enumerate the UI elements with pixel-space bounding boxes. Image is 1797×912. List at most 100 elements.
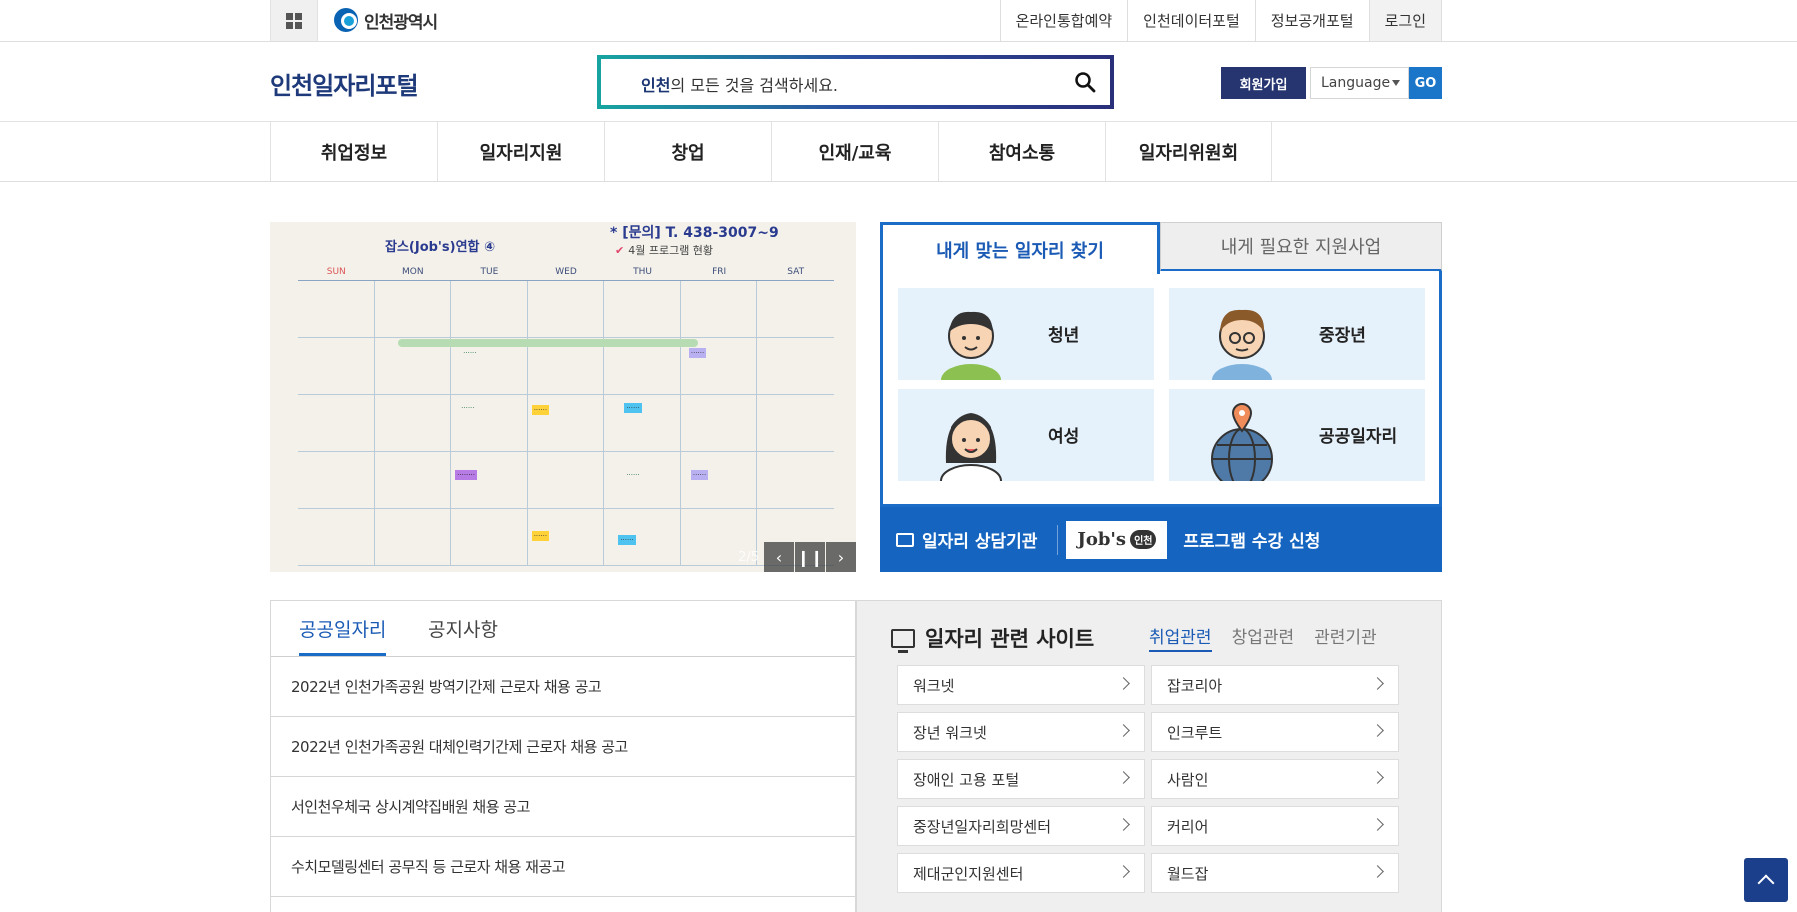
search-icon[interactable] — [1074, 71, 1096, 93]
related-sites-heading: 일자리 관련 사이트 — [925, 627, 1095, 651]
site-link-label: 중장년일자리희망센터 — [913, 817, 1052, 836]
card-women[interactable]: 여성 — [898, 389, 1154, 481]
nav-item-job-info[interactable]: 취업정보 — [270, 122, 437, 181]
go-button[interactable]: GO — [1409, 67, 1442, 99]
utility-links: 온라인통합예약 인천데이터포털 정보공개포털 로그인 — [999, 0, 1442, 41]
banner-next-button[interactable]: › — [826, 542, 856, 572]
program-calendar-banner[interactable]: 잡스(Job's)연합 ④ * [문의] T. 438-3007~9 ✔ 4월 프… — [270, 222, 856, 572]
site-link-item[interactable]: 장애인 고용 포털 — [897, 759, 1145, 799]
card-youth[interactable]: 청년 — [898, 288, 1154, 380]
card-middle-aged[interactable]: 중장년 — [1169, 288, 1425, 380]
site-link-item[interactable]: 월드잡 — [1151, 853, 1399, 893]
city-emblem-icon — [334, 8, 358, 32]
weekday-label: SAT — [787, 267, 805, 277]
search-input[interactable]: 인천의 모든 것을 검색하세요. — [641, 72, 838, 96]
job-finder: 내게 맞는 일자리 찾기 내게 필요한 지원사업 청년 중장년 여성 공공일자리… — [880, 222, 1442, 572]
tab-agencies[interactable]: 관련기관 — [1314, 623, 1377, 652]
related-sites-title: 일자리 관련 사이트 — [891, 623, 1094, 653]
card-label-public-jobs: 공공일자리 — [1319, 427, 1398, 447]
site-link-item[interactable]: 장년 워크넷 — [897, 712, 1145, 752]
jobs-logo-text: Job's — [1077, 529, 1127, 550]
site-link-label: 인크루트 — [1167, 723, 1223, 742]
join-button[interactable]: 회원가입 — [1221, 67, 1306, 99]
link-data-portal[interactable]: 인천데이터포털 — [1127, 0, 1255, 41]
tab-notices[interactable]: 공지사항 — [428, 615, 498, 642]
board-list-item[interactable]: 2022년 인천가족공원 방역기간제 근로자 채용 공고 — [271, 657, 855, 717]
jobs-logo-badge: 인천 — [1130, 530, 1157, 549]
calendar-weekdays: SUN MON TUE WED THU FRI SAT — [298, 267, 834, 281]
site-link-item[interactable]: 워크넷 — [897, 665, 1145, 705]
header: 인천일자리포털 인천의 모든 것을 검색하세요. 회원가입 Language G… — [0, 42, 1797, 122]
chevron-right-icon — [1371, 865, 1384, 878]
monitor-icon — [891, 628, 915, 653]
nav-item-committee[interactable]: 일자리위원회 — [1105, 122, 1272, 181]
tab-startup[interactable]: 창업관련 — [1232, 623, 1295, 652]
grid-icon — [286, 12, 302, 29]
link-info-portal[interactable]: 정보공개포털 — [1254, 0, 1369, 41]
weekday-label: SUN — [326, 267, 346, 277]
board-list-item[interactable]: 수치모델링센터 공무직 등 근로자 채용 재공고 — [271, 837, 855, 897]
weekday-label: WED — [555, 267, 577, 277]
banner-subtitle-text: 4월 프로그램 현황 — [628, 244, 714, 257]
weekday-label: THU — [633, 267, 652, 277]
related-sites-tabs: 취업관련 창업관련 관련기관 — [1149, 623, 1377, 652]
site-title[interactable]: 인천일자리포털 — [270, 66, 419, 101]
finder-panel: 청년 중장년 여성 공공일자리 — [880, 271, 1442, 507]
pause-icon: ❙❙ — [796, 547, 824, 567]
board-list-item[interactable]: 2022년 인천가족공원 대체인력기간제 근로자 채용 공고 — [271, 717, 855, 777]
program-enrollment-link[interactable]: 프로그램 수강 신청 — [1183, 527, 1320, 552]
login-link[interactable]: 로그인 — [1368, 0, 1442, 41]
divider — [1057, 524, 1059, 555]
nav-item-participation[interactable]: 참여소통 — [938, 122, 1105, 181]
tab-support-programs[interactable]: 내게 필요한 지원사업 — [1160, 222, 1442, 272]
site-link-item[interactable]: 커리어 — [1151, 806, 1399, 846]
chevron-right-icon — [1371, 677, 1384, 690]
scroll-to-top-button[interactable] — [1744, 858, 1788, 902]
incheon-city-logo[interactable]: 인천광역시 — [334, 6, 438, 34]
tab-job-finder[interactable]: 내게 맞는 일자리 찾기 — [880, 222, 1160, 274]
chevron-right-icon — [1371, 724, 1384, 737]
search-placeholder-rest: 의 모든 것을 검색하세요. — [670, 76, 838, 95]
counseling-agency-label: 일자리 상담기관 — [922, 532, 1038, 552]
banner-page-indicator: 2/5 — [738, 549, 759, 565]
chevron-right-icon — [1117, 865, 1130, 878]
site-map-button[interactable] — [270, 0, 318, 41]
weekday-label: FRI — [712, 267, 727, 277]
site-link-item[interactable]: 사람인 — [1151, 759, 1399, 799]
check-icon: ✔ — [615, 244, 625, 257]
site-link-label: 제대군인지원센터 — [913, 864, 1024, 883]
board-tabs: 공공일자리 공지사항 — [271, 601, 855, 657]
nav-item-startup[interactable]: 창업 — [604, 122, 771, 181]
finder-bottom-bar: 일자리 상담기관 Job's 인천 프로그램 수강 신청 — [880, 507, 1442, 572]
link-online-reservation[interactable]: 온라인통합예약 — [999, 0, 1128, 41]
site-link-label: 잡코리아 — [1167, 676, 1223, 695]
site-link-item[interactable]: 중장년일자리희망센터 — [897, 806, 1145, 846]
tab-public-jobs[interactable]: 공공일자리 — [299, 615, 387, 656]
site-link-item[interactable]: 인크루트 — [1151, 712, 1399, 752]
chevron-right-icon — [1117, 818, 1130, 831]
folder-icon — [896, 532, 914, 547]
site-link-item[interactable]: 제대군인지원센터 — [897, 853, 1145, 893]
banner-pause-button[interactable]: ❙❙ — [795, 542, 825, 572]
board-list-item[interactable]: 서인천우체국 상시계약집배원 채용 공고 — [271, 777, 855, 837]
jobs-incheon-logo[interactable]: Job's 인천 — [1066, 520, 1168, 559]
nav-item-job-support[interactable]: 일자리지원 — [437, 122, 604, 181]
finder-tabs: 내게 맞는 일자리 찾기 내게 필요한 지원사업 — [880, 222, 1442, 274]
search-box[interactable]: 인천의 모든 것을 검색하세요. — [597, 55, 1114, 109]
middle-aged-avatar-icon — [1212, 309, 1272, 380]
utility-bar: 인천광역시 온라인통합예약 인천데이터포털 정보공개포털 로그인 — [0, 0, 1797, 42]
card-public-jobs[interactable]: 공공일자리 — [1169, 389, 1425, 481]
site-link-item[interactable]: 잡코리아 — [1151, 665, 1399, 705]
tab-employment[interactable]: 취업관련 — [1149, 623, 1212, 652]
nav-item-education[interactable]: 인재/교육 — [771, 122, 938, 181]
chevron-right-icon — [1117, 677, 1130, 690]
banner-prev-button[interactable]: ‹ — [764, 542, 794, 572]
site-link-label: 워크넷 — [913, 676, 955, 695]
chevron-left-icon: ‹ — [775, 547, 783, 567]
chevron-right-icon — [1371, 771, 1384, 784]
site-link-label: 월드잡 — [1167, 864, 1209, 883]
card-label-middle-aged: 중장년 — [1319, 326, 1366, 346]
language-select[interactable]: Language — [1310, 67, 1409, 99]
counseling-agency-link[interactable]: 일자리 상담기관 — [896, 527, 1037, 552]
banner-contact: * [문의] T. 438-3007~9 — [610, 225, 779, 241]
